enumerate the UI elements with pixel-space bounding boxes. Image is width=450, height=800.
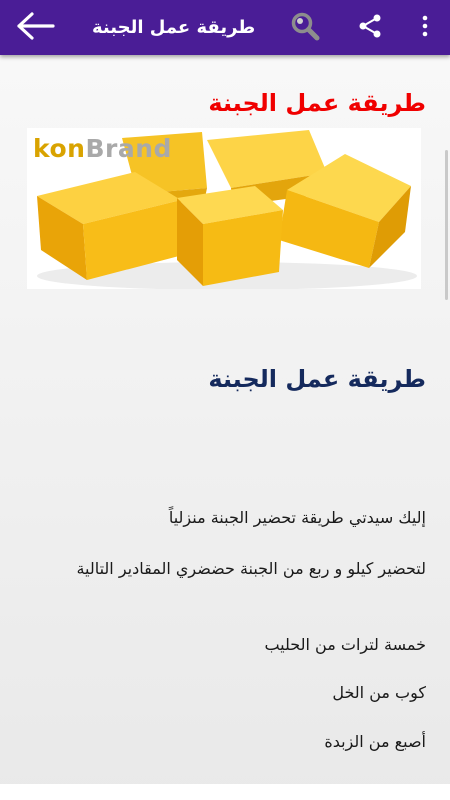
- app-bar: طريقة عمل الجبنة: [0, 0, 450, 55]
- cheese-image: konBrand: [27, 128, 421, 289]
- more-options-button[interactable]: [410, 0, 440, 55]
- ingredient-milk: خمسة لترات من الحليب: [264, 635, 426, 654]
- app-title: طريقة عمل الجبنة: [92, 17, 256, 38]
- ingredient-butter: أصبع من الزبدة: [324, 732, 426, 751]
- search-icon: [290, 11, 320, 45]
- paragraph-ingredients-intro: لتحضير كيلو و ربع من الجبنة حضضري المقاد…: [76, 559, 426, 578]
- article-title: طريقة عمل الجبنة: [208, 89, 426, 117]
- scrollbar[interactable]: [445, 150, 448, 300]
- share-button[interactable]: [348, 0, 392, 55]
- share-icon: [357, 13, 383, 43]
- search-button[interactable]: [282, 0, 328, 55]
- image-watermark: konBrand: [33, 134, 172, 163]
- ingredient-vinegar: كوب من الخل: [332, 683, 426, 702]
- back-button[interactable]: [8, 0, 64, 55]
- section-heading: طريقة عمل الجبنة: [208, 365, 426, 393]
- arrow-back-icon: [16, 11, 56, 45]
- paragraph-intro: إليك سيدتي طريقة تحضير الجبنة منزلياً: [168, 508, 426, 527]
- article-content[interactable]: طريقة عمل الجبنة konBrand طريقة عمل الجب…: [0, 55, 450, 800]
- bottom-strip: [0, 784, 450, 800]
- more-vert-icon: [421, 14, 429, 42]
